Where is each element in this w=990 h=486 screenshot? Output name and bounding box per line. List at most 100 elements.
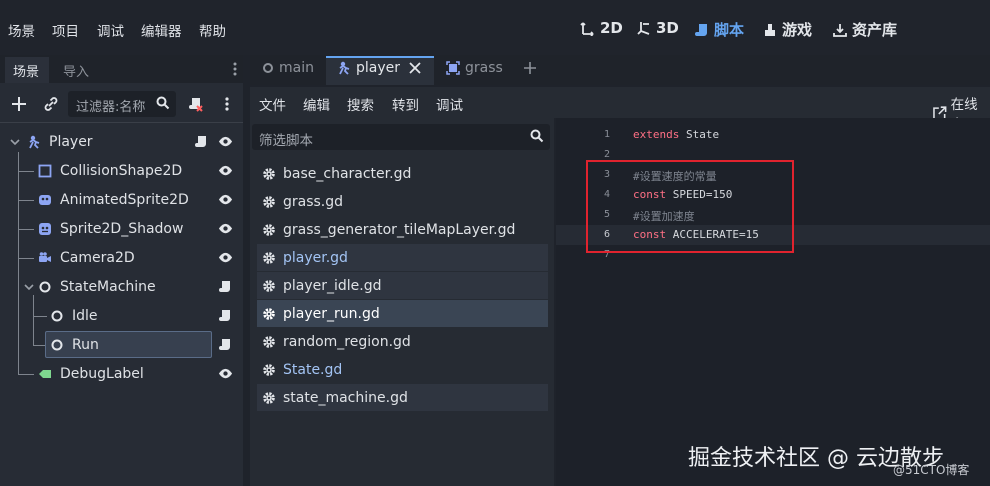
menu-project[interactable]: 项目 (52, 20, 79, 40)
search-icon (530, 129, 544, 143)
tree-item-label: CollisionShape2D (60, 163, 183, 179)
node-icon (51, 339, 63, 351)
label-icon (39, 370, 51, 378)
script-item-grass-generator[interactable]: grass_generator_tileMapLayer.gd (257, 216, 548, 243)
tree-line (18, 171, 34, 172)
tree-line (18, 374, 34, 375)
script-item-label: player_idle.gd (283, 277, 382, 294)
script-item-grass[interactable]: grass.gd (257, 188, 548, 215)
script-icon[interactable] (218, 309, 232, 323)
gear-icon (263, 363, 275, 376)
add-node-icon[interactable] (11, 96, 27, 112)
script-item-label: state_machine.gd (283, 389, 408, 406)
player-icon (339, 61, 350, 75)
gear-icon (263, 391, 275, 404)
tree-item-statemachine[interactable]: StateMachine (38, 274, 156, 300)
workspace-2d-button[interactable]: 2D (580, 19, 623, 37)
script-item-base-character[interactable]: base_character.gd (257, 160, 548, 187)
workspace-game-label: 游戏 (782, 21, 813, 39)
tree-item-camera2d[interactable]: Camera2D (38, 245, 135, 271)
download-icon (833, 23, 847, 37)
tree-item-animatedsprite2d[interactable]: AnimatedSprite2D (38, 187, 189, 213)
workspace-3d-button[interactable]: 3D (636, 19, 679, 37)
script-icon[interactable] (194, 135, 208, 149)
chevron-down-icon[interactable] (24, 282, 34, 292)
tab-label: main (279, 60, 314, 76)
menu-editor[interactable]: 编辑器 (141, 20, 182, 40)
script-item-state[interactable]: State.gd (257, 356, 548, 383)
script-item-label: player.gd (283, 249, 348, 266)
script-menu-file[interactable]: 文件 (259, 94, 286, 114)
add-tab-icon[interactable] (523, 61, 537, 75)
tab-main[interactable]: main (262, 60, 314, 76)
close-icon[interactable] (409, 62, 421, 74)
tree-item-collisionshape2d[interactable]: CollisionShape2D (38, 158, 182, 184)
workspace-assetlib-button[interactable]: 资产库 (832, 19, 897, 40)
visibility-eye-icon[interactable] (218, 250, 233, 265)
tree-item-run[interactable]: Run (50, 332, 99, 358)
menu-scene[interactable]: 场景 (8, 20, 35, 40)
3d-icon (637, 22, 650, 35)
tree-item-sprite2d-shadow[interactable]: Sprite2D_Shadow (38, 216, 183, 242)
tree-line (18, 200, 34, 201)
script-item-label: grass_generator_tileMapLayer.gd (283, 221, 516, 238)
gear-icon (263, 335, 275, 348)
script-item-player[interactable]: player.gd (257, 244, 548, 271)
workspace-game-button[interactable]: 游戏 (762, 19, 812, 40)
line-number: 2 (603, 149, 610, 160)
visibility-eye-icon[interactable] (218, 221, 233, 236)
search-icon (156, 96, 170, 110)
tab-label: grass (465, 60, 503, 76)
visibility-eye-icon[interactable] (218, 163, 233, 178)
attach-script-icon[interactable] (188, 96, 204, 112)
workspace-3d-label: 3D (656, 19, 679, 37)
script-menu-debug[interactable]: 调试 (436, 94, 463, 114)
code-keyword: extends (633, 128, 680, 141)
tree-line (33, 316, 47, 317)
chevron-down-icon[interactable] (10, 137, 20, 147)
script-item-random-region[interactable]: random_region.gd (257, 328, 548, 355)
tree-item-player[interactable]: Player (27, 129, 93, 155)
tab-import[interactable]: 导入 (63, 61, 89, 80)
tree-item-label: StateMachine (60, 279, 156, 295)
tab-player[interactable]: player (337, 60, 400, 76)
script-item-player-idle[interactable]: player_idle.gd (257, 272, 548, 299)
tab-grass[interactable]: grass (446, 60, 503, 76)
tree-item-label: AnimatedSprite2D (60, 192, 189, 208)
tree-item-label: Run (72, 337, 99, 353)
camera-icon (39, 252, 51, 262)
script-menu-goto[interactable]: 转到 (392, 94, 419, 114)
menu-debug[interactable]: 调试 (97, 20, 124, 40)
annotation-highlight-box (586, 160, 794, 253)
collision-shape-icon (38, 164, 52, 178)
visibility-eye-icon[interactable] (218, 192, 233, 207)
tree-item-label: Player (49, 134, 93, 150)
workspace-2d-label: 2D (600, 19, 623, 37)
link-icon[interactable] (43, 96, 59, 112)
tree-line (18, 258, 34, 259)
tree-item-debuglabel[interactable]: DebugLabel (38, 361, 144, 387)
script-item-state-machine[interactable]: state_machine.gd (257, 384, 548, 411)
workspace-script-button[interactable]: 脚本 (694, 19, 744, 40)
tab-scene[interactable]: 场景 (13, 61, 39, 80)
tree-line (18, 229, 34, 230)
gear-icon (263, 167, 275, 180)
player-icon (29, 135, 40, 149)
visibility-eye-icon[interactable] (218, 366, 233, 381)
node-icon (263, 63, 273, 73)
node-icon (51, 310, 63, 322)
script-menu-edit[interactable]: 编辑 (303, 94, 330, 114)
script-icon[interactable] (218, 338, 232, 352)
visibility-eye-icon[interactable] (218, 134, 233, 149)
more-options-icon[interactable] (224, 96, 230, 112)
gear-icon (263, 223, 275, 236)
tree-item-idle[interactable]: Idle (50, 303, 98, 329)
script-menu-search[interactable]: 搜索 (347, 94, 374, 114)
script-item-player-run[interactable]: player_run.gd (257, 300, 548, 327)
dock-menu-icon[interactable] (232, 61, 238, 77)
tree-item-label: Sprite2D_Shadow (60, 221, 184, 237)
gear-icon (263, 195, 275, 208)
menu-help[interactable]: 帮助 (199, 20, 226, 40)
animated-sprite-icon (39, 195, 51, 205)
script-icon[interactable] (218, 280, 232, 294)
